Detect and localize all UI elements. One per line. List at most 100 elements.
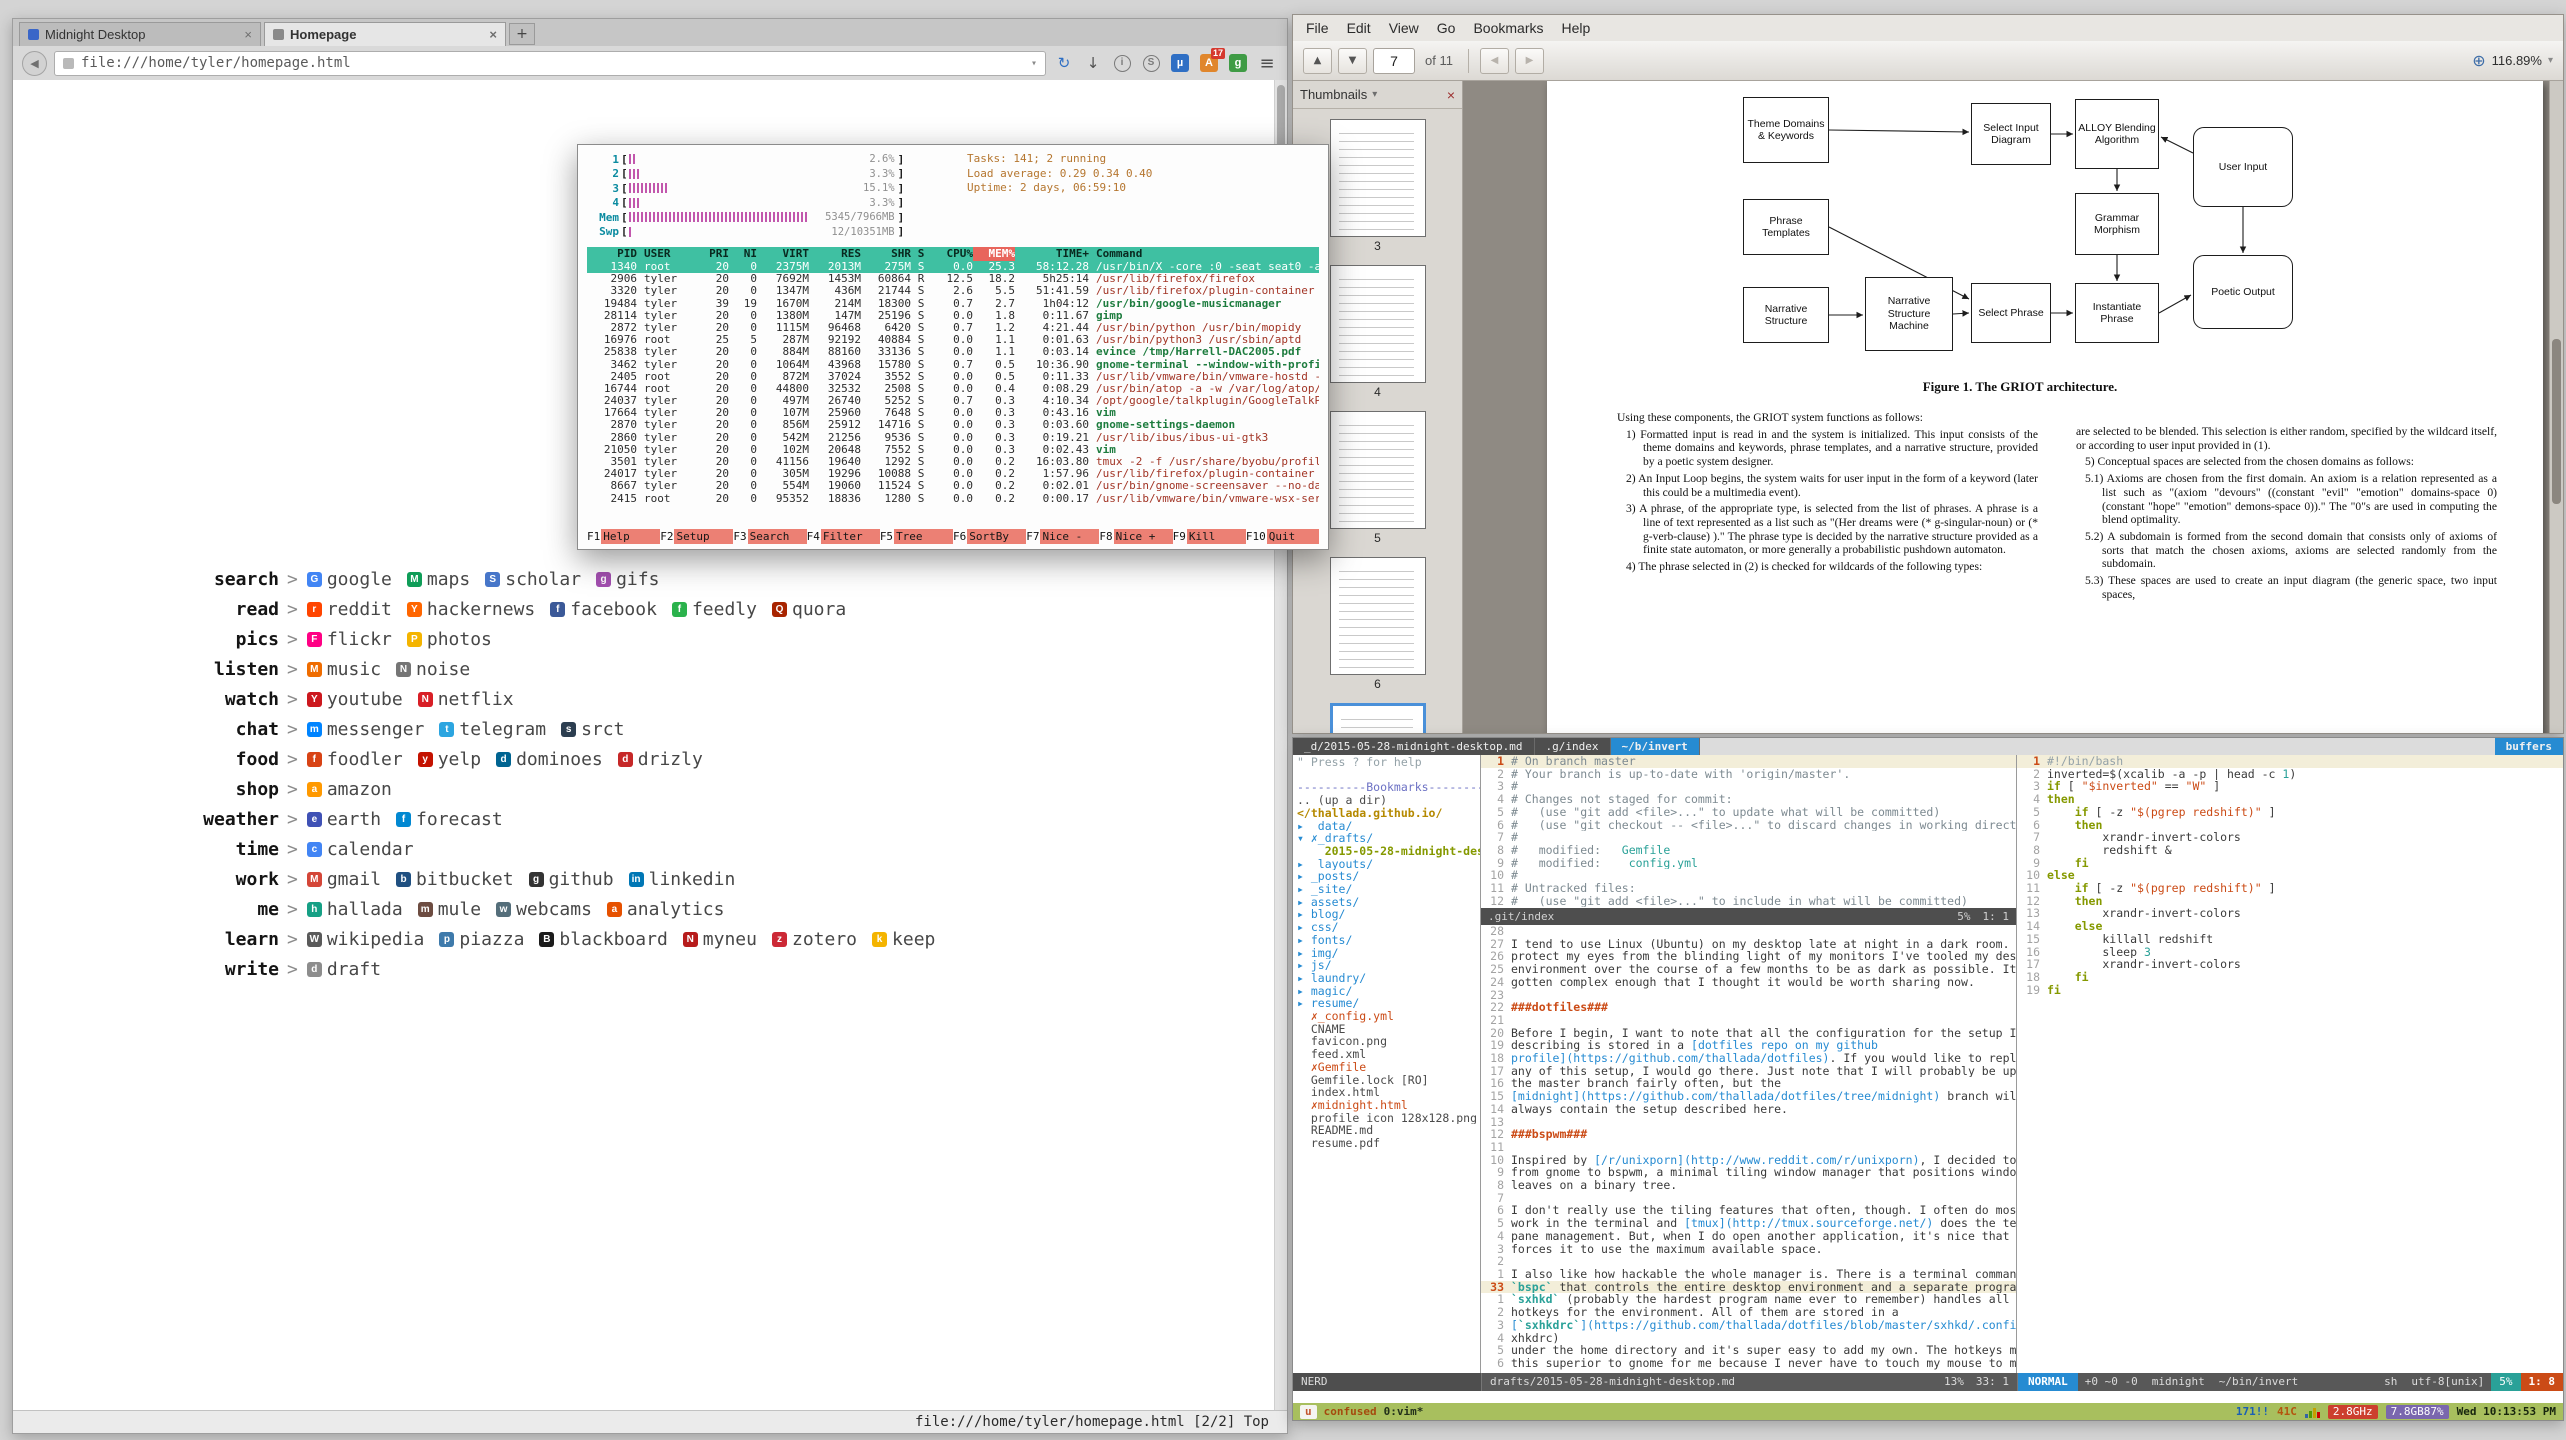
homepage-link-forecast[interactable]: fforecast: [396, 809, 503, 830]
column-header[interactable]: PID: [587, 247, 637, 261]
tree-item[interactable]: ▸ assets/: [1293, 896, 1480, 909]
homepage-link-srct[interactable]: ssrct: [561, 719, 624, 740]
process-row[interactable]: 1340root2002375M2013M275MS0.025.358:12.2…: [587, 261, 1319, 273]
process-row[interactable]: 3462tyler2001064M4396815780S0.70.510:36.…: [587, 359, 1319, 371]
tree-item[interactable]: Gemfile.lock [RO]: [1293, 1074, 1480, 1087]
homepage-link-maps[interactable]: Mmaps: [407, 569, 470, 590]
homepage-link-wikipedia[interactable]: Wwikipedia: [307, 929, 425, 950]
homepage-link-foodler[interactable]: ffoodler: [307, 749, 403, 770]
download-button[interactable]: ↓: [1082, 52, 1104, 74]
extension-blue-icon[interactable]: µ: [1169, 52, 1191, 74]
tree-item[interactable]: ▸ magic/: [1293, 985, 1480, 998]
tree-item[interactable]: ✗_config.yml: [1293, 1010, 1480, 1023]
tree-item[interactable]: ▸ resume/: [1293, 997, 1480, 1010]
homepage-link-webcams[interactable]: wwebcams: [496, 899, 592, 920]
tree-item[interactable]: CNAME: [1293, 1023, 1480, 1036]
homepage-link-telegram[interactable]: ttelegram: [439, 719, 546, 740]
new-tab-button[interactable]: +: [509, 23, 535, 45]
tree-item[interactable]: resume.pdf: [1293, 1137, 1480, 1150]
tree-item[interactable]: ▸ css/: [1293, 921, 1480, 934]
column-header[interactable]: MEM%: [973, 247, 1015, 261]
homepage-link-youtube[interactable]: Yyoutube: [307, 689, 403, 710]
history-back-button[interactable]: ◀: [1480, 48, 1509, 74]
homepage-link-earth[interactable]: eearth: [307, 809, 381, 830]
tree-item[interactable]: [1293, 769, 1480, 782]
page-number-input[interactable]: 7: [1373, 48, 1415, 74]
process-row[interactable]: 21050tyler200102M206487552S0.00.30:02.43…: [587, 444, 1319, 456]
process-row[interactable]: 19484tyler39191670M214M18300S0.72.71h04:…: [587, 298, 1319, 310]
tree-item[interactable]: feed.xml: [1293, 1048, 1480, 1061]
column-header[interactable]: PRI: [695, 247, 729, 261]
homepage-link-draft[interactable]: ddraft: [307, 959, 381, 980]
menu-go[interactable]: Go: [1428, 20, 1465, 36]
tab-midnight-desktop[interactable]: Midnight Desktop ×: [19, 22, 261, 46]
homepage-link-gifs[interactable]: ggifs: [596, 569, 659, 590]
homepage-link-amazon[interactable]: aamazon: [307, 779, 392, 800]
column-header[interactable]: SHR: [861, 247, 911, 261]
tree-item[interactable]: ----------Bookmarks----------: [1293, 781, 1480, 794]
homepage-link-messenger[interactable]: mmessenger: [307, 719, 425, 740]
url-bar[interactable]: file:///home/tyler/homepage.html ▾: [54, 51, 1046, 76]
tmux-window[interactable]: 0:vim*: [1384, 1405, 1424, 1418]
column-header[interactable]: NI: [729, 247, 757, 261]
homepage-link-hallada[interactable]: hhallada: [307, 899, 403, 920]
process-row[interactable]: 2870tyler200856M2591214716S0.00.30:03.60…: [587, 419, 1319, 431]
homepage-link-photos[interactable]: Pphotos: [407, 629, 492, 650]
tree-item[interactable]: ▸ _layouts/: [1293, 858, 1480, 871]
menu-edit[interactable]: Edit: [1338, 20, 1380, 36]
process-row[interactable]: 2872tyler2001115M964686420S0.71.24:21.44…: [587, 322, 1319, 334]
process-row[interactable]: 8667tyler200554M1906011524S0.00.20:02.01…: [587, 480, 1319, 492]
buffer-tab[interactable]: ~/b/invert: [1611, 738, 1700, 755]
sidebar-dropdown-icon[interactable]: ▾: [1372, 89, 1377, 100]
previous-page-button[interactable]: ▲: [1303, 48, 1332, 74]
process-row[interactable]: 3501tyler20041156196401292S0.00.216:03.8…: [587, 456, 1319, 468]
homepage-link-yelp[interactable]: yyelp: [418, 749, 481, 770]
thumbnail-item[interactable]: 3: [1330, 119, 1426, 265]
info-icon[interactable]: i: [1111, 52, 1133, 74]
buffer-tab[interactable]: _d/2015-05-28-midnight-desktop.md: [1293, 738, 1535, 755]
tree-item[interactable]: favicon.png: [1293, 1035, 1480, 1048]
process-row[interactable]: 2860tyler200542M212569536S0.00.30:19.21/…: [587, 432, 1319, 444]
zoom-dropdown-icon[interactable]: ▾: [2548, 55, 2553, 66]
homepage-link-mule[interactable]: mmule: [418, 899, 481, 920]
tree-item[interactable]: ▸ fonts/: [1293, 934, 1480, 947]
thumbnail-item[interactable]: 6: [1330, 557, 1426, 703]
process-row[interactable]: 2906tyler2007692M1453M60864R12.518.25h25…: [587, 273, 1319, 285]
homepage-link-facebook[interactable]: ffacebook: [550, 599, 657, 620]
chevron-down-icon[interactable]: ▾: [1031, 58, 1037, 69]
menu-bookmarks[interactable]: Bookmarks: [1464, 20, 1552, 36]
homepage-link-flickr[interactable]: Fflickr: [307, 629, 392, 650]
process-row[interactable]: 24037tyler200497M267405252S0.70.34:10.34…: [587, 395, 1319, 407]
process-row[interactable]: 17664tyler200107M259607648S0.00.30:43.16…: [587, 407, 1319, 419]
history-forward-button[interactable]: ▶: [1515, 48, 1544, 74]
homepage-link-google[interactable]: Ggoogle: [307, 569, 392, 590]
menu-help[interactable]: Help: [1553, 20, 1600, 36]
tree-item[interactable]: index.html: [1293, 1086, 1480, 1099]
column-header[interactable]: RES: [809, 247, 861, 261]
homepage-link-linkedin[interactable]: inlinkedin: [629, 869, 736, 890]
buffer-tab[interactable]: .g/index: [1535, 738, 1611, 755]
thumbnail-item[interactable]: 5: [1330, 411, 1426, 557]
column-header[interactable]: CPU%: [931, 247, 973, 261]
tree-item[interactable]: ▸ img/: [1293, 947, 1480, 960]
tree-item[interactable]: ▸ laundry/: [1293, 972, 1480, 985]
tree-item[interactable]: ✗Gemfile: [1293, 1061, 1480, 1074]
homepage-link-drizly[interactable]: ddrizly: [618, 749, 703, 770]
homepage-link-github[interactable]: ggithub: [529, 869, 614, 890]
homepage-link-hackernews[interactable]: Yhackernews: [407, 599, 535, 620]
homepage-link-scholar[interactable]: Sscholar: [485, 569, 581, 590]
tree-item[interactable]: ▸ blog/: [1293, 908, 1480, 921]
back-button[interactable]: ◀: [22, 51, 47, 76]
column-header[interactable]: S: [911, 247, 931, 261]
homepage-link-dominoes[interactable]: ddominoes: [496, 749, 603, 770]
process-row[interactable]: 28114tyler2001380M147M25196S0.01.80:11.6…: [587, 310, 1319, 322]
homepage-link-keep[interactable]: kkeep: [872, 929, 935, 950]
extension-green-icon[interactable]: g: [1227, 52, 1249, 74]
fkey-f2[interactable]: F2Setup: [660, 529, 733, 544]
fkey-f3[interactable]: F3Search: [733, 529, 806, 544]
shield-icon[interactable]: S: [1140, 52, 1162, 74]
reload-button[interactable]: ↻: [1053, 52, 1075, 74]
homepage-link-gmail[interactable]: Mgmail: [307, 869, 381, 890]
column-header[interactable]: Command: [1089, 247, 1319, 261]
tab-homepage[interactable]: Homepage ×: [264, 22, 506, 46]
